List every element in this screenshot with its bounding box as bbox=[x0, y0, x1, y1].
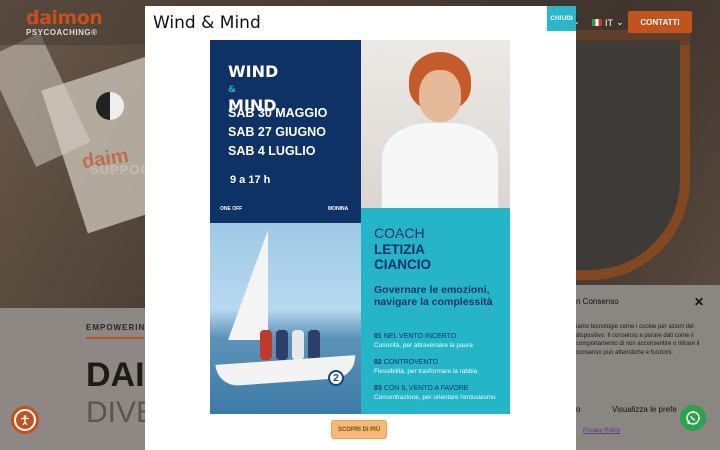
sail-shape bbox=[228, 230, 268, 340]
item-description: Concentrazione, per orientare l'entusias… bbox=[374, 393, 496, 401]
coach-photo bbox=[361, 40, 510, 212]
sponsor-logo: MONINA bbox=[328, 206, 349, 212]
coach-first-name: LETIZIA bbox=[374, 242, 425, 257]
popup-modal: Wind & Mind CHIUDI 2 WIND & MIND SAB 30 … bbox=[145, 6, 576, 450]
coach-name: LETIZIA CIANCIO bbox=[374, 242, 431, 272]
event-poster: 2 WIND & MIND SAB 30 MAGGIO SAB 27 GIUGN… bbox=[210, 40, 510, 414]
event-date: SAB 4 LUGLIO bbox=[228, 144, 316, 158]
item-title: CON IL VENTO A FAVORE bbox=[383, 385, 469, 392]
coach-face bbox=[419, 70, 461, 122]
logo-ampersand: & bbox=[228, 85, 236, 95]
crew-member bbox=[292, 330, 304, 360]
item-number: 01 bbox=[374, 333, 382, 340]
event-date: SAB 30 MAGGIO bbox=[228, 106, 328, 120]
event-dates: SAB 30 MAGGIO SAB 27 GIUGNO SAB 4 LUGLIO bbox=[228, 104, 327, 161]
item-number: 03 bbox=[374, 385, 382, 392]
program-item: 01 NEL VENTO INCERTO Curiosità, per attr… bbox=[374, 333, 508, 350]
event-hours: 9 a 17 h bbox=[230, 174, 271, 186]
crew-member bbox=[308, 330, 320, 360]
crew-member bbox=[276, 330, 288, 360]
sponsor-logo: ONE OFF bbox=[220, 206, 243, 212]
program-item: 03 CON IL VENTO A FAVORE Concentrazione,… bbox=[374, 385, 508, 402]
coach-shirt bbox=[381, 122, 499, 212]
item-description: Curiosità, per attraversare la paura bbox=[374, 341, 473, 349]
crew-member bbox=[260, 330, 272, 360]
item-title: NEL VENTO INCERTO bbox=[383, 333, 457, 340]
close-button[interactable]: CHIUDI bbox=[547, 6, 576, 31]
coach-last-name: CIANCIO bbox=[374, 257, 431, 272]
discover-more-button[interactable]: SCOPRI DI PIÙ bbox=[331, 420, 387, 439]
item-number: 02 bbox=[374, 359, 382, 366]
coach-label: COACH bbox=[374, 225, 425, 241]
item-title: CONTROVENTO bbox=[383, 359, 439, 366]
modal-title: Wind & Mind bbox=[153, 13, 261, 33]
boat-number: 2 bbox=[328, 370, 344, 386]
program-item: 02 CONTROVENTO Flessibilità, per trasfor… bbox=[374, 359, 508, 376]
poster-headline: Governare le emozioni, navigare la compl… bbox=[374, 284, 493, 308]
event-date: SAB 27 GIUGNO bbox=[228, 125, 326, 139]
item-description: Flessibilità, per trasformare la rabbia bbox=[374, 367, 478, 375]
logo-line-1: WIND bbox=[228, 62, 279, 81]
